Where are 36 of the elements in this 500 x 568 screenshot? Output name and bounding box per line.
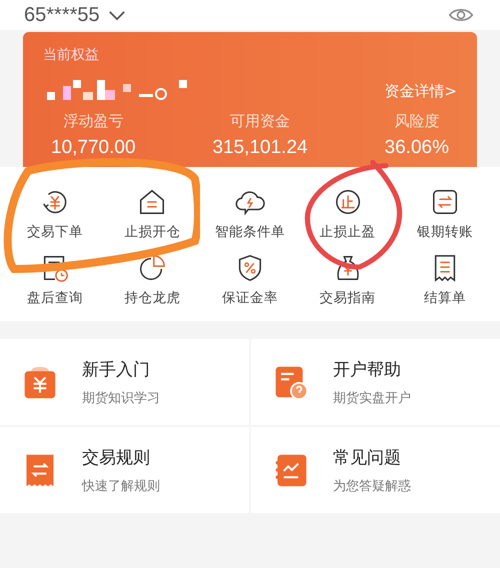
guide-subtitle: 为您答疑解惑 — [333, 478, 411, 494]
stat-value: 315,101.24 — [212, 137, 308, 159]
guide-tile[interactable]: 交易规则 快速了解规则 — [0, 427, 249, 513]
shortcut-item[interactable]: 止损开仓 — [104, 187, 202, 241]
shortcut-item[interactable]: 银期转账 — [396, 187, 494, 241]
chart-notebook-icon — [273, 452, 309, 488]
guide-title: 常见问题 — [333, 446, 402, 468]
shortcut-item[interactable]: 结算单 — [396, 253, 494, 307]
yuan-bag-icon — [22, 364, 58, 400]
account-number: 65****55 — [24, 4, 100, 26]
guide-tile[interactable]: 新手入门 期货知识学习 — [0, 339, 249, 425]
guide-tile[interactable]: 常见问题 为您答疑解惑 — [251, 427, 500, 513]
card-title: 当前权益 — [43, 46, 100, 64]
stat-label: 浮动盈亏 — [63, 112, 124, 131]
shortcut-item[interactable]: 交易下单 — [6, 187, 104, 241]
eye-icon[interactable] — [448, 7, 474, 23]
pie-chart-icon — [137, 253, 168, 283]
guide-subtitle: 期货实盘开户 — [333, 390, 411, 406]
guide-title: 交易规则 — [82, 446, 151, 468]
stat-label: 可用资金 — [230, 112, 290, 131]
stat-label: 风险度 — [394, 112, 440, 131]
chevron-down-icon[interactable] — [108, 10, 126, 20]
guide-title: 新手入门 — [82, 358, 151, 380]
shortcut-item[interactable]: 交易指南 — [298, 253, 396, 307]
stat-value: 10,770.00 — [51, 137, 136, 159]
guide-subtitle: 快速了解规则 — [82, 478, 160, 494]
shortcut-item[interactable]: 持仓龙虎 — [104, 253, 202, 307]
help-document-icon — [273, 364, 309, 400]
guide-subtitle: 期货知识学习 — [82, 390, 160, 406]
stat-value: 36.06% — [384, 137, 449, 159]
shortcut-item[interactable]: 智能条件单 — [201, 187, 299, 241]
guide-tile[interactable]: 开户帮助 期货实盘开户 — [251, 339, 500, 425]
guide-title: 开户帮助 — [333, 358, 402, 380]
shortcut-item[interactable]: 止损止盈 — [298, 187, 396, 241]
shortcut-item[interactable]: 保证金率 — [201, 253, 299, 307]
shortcut-item[interactable]: 盘后查询 — [6, 253, 104, 307]
